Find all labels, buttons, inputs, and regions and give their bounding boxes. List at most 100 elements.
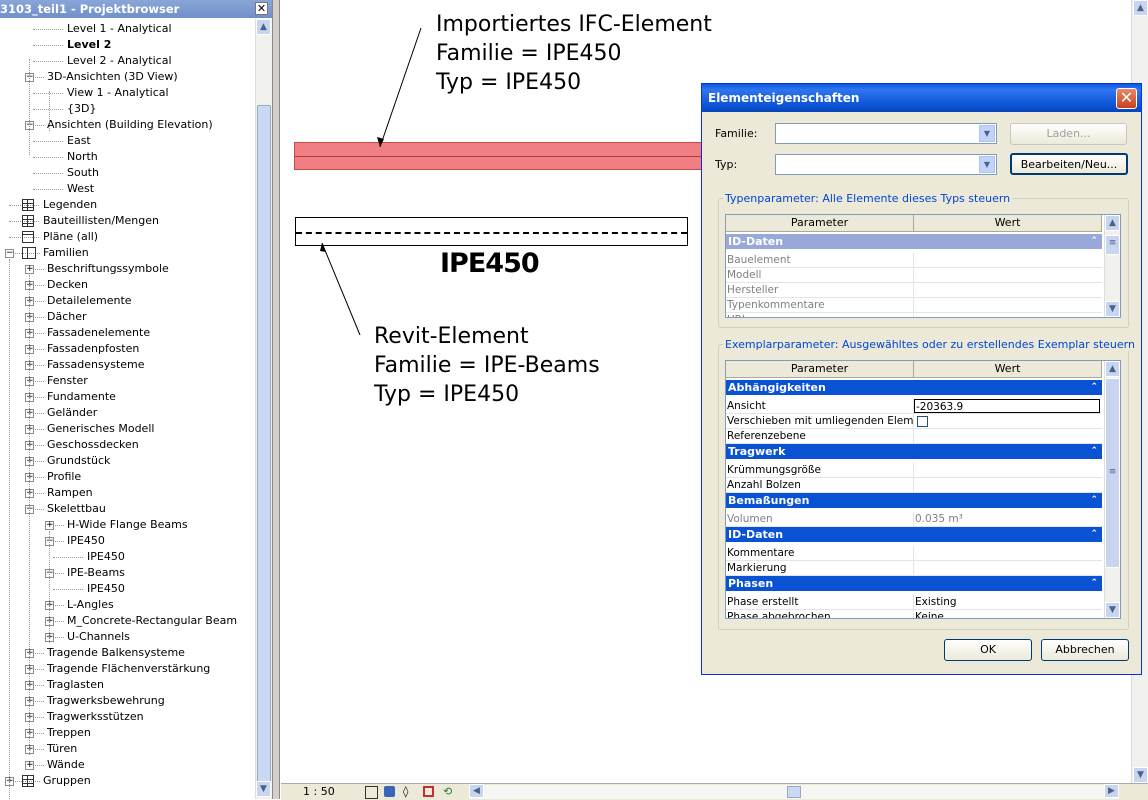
- collapse-icon[interactable]: ⌃: [1090, 493, 1098, 508]
- laden-button[interactable]: Laden...: [1010, 123, 1127, 145]
- parameter-row[interactable]: Typenkommentare: [726, 298, 1102, 313]
- instance-parameters-title: Exemplarparameter: Ausgewähltes oder zu …: [723, 338, 1137, 351]
- parameter-name: Bauelement: [727, 253, 914, 267]
- collapse-icon[interactable]: ⌃: [1090, 380, 1098, 395]
- parameter-group-header[interactable]: Tragwerk ⌃: [726, 444, 1102, 459]
- ok-button[interactable]: OK: [944, 639, 1032, 661]
- scroll-down-icon[interactable]: ▼: [1105, 301, 1120, 317]
- instance-parameters-table: Parameter Wert Abhängigkeiten ⌃ Ansicht -20…: [725, 360, 1121, 619]
- parameter-row[interactable]: Ansicht -20363.9: [726, 399, 1102, 414]
- parameter-name: Kommentare: [727, 546, 914, 560]
- familie-select[interactable]: ▼: [775, 123, 997, 144]
- element-properties-dialog: Elementeigenschaften ✕ Familie: ▼ Laden.…: [701, 83, 1142, 675]
- column-header-wert[interactable]: Wert: [914, 361, 1102, 378]
- parameter-row[interactable]: Modell: [726, 268, 1102, 283]
- bearbeiten-neu-button[interactable]: Bearbeiten/Neu...: [1010, 153, 1128, 175]
- parameter-value: 0.035 m³: [915, 513, 963, 525]
- parameter-row[interactable]: Bauelement: [726, 253, 1102, 268]
- parameter-group-header[interactable]: Abhängigkeiten ⌃: [726, 380, 1102, 395]
- type-scroll-thumb[interactable]: ≡: [1105, 235, 1120, 255]
- parameter-value[interactable]: [914, 561, 1101, 575]
- familie-label: Familie:: [715, 127, 758, 140]
- scroll-right-icon[interactable]: ▶: [1104, 784, 1119, 798]
- parameter-group-header[interactable]: ID-Daten ⌃: [726, 527, 1102, 542]
- parameter-value[interactable]: [914, 313, 1101, 317]
- horizontal-scroll-thumb[interactable]: [787, 786, 801, 798]
- parameter-name: Anzahl Bolzen: [727, 478, 914, 492]
- scroll-up-icon[interactable]: ▲: [1133, 0, 1148, 16]
- parameter-group-header[interactable]: Phasen ⌃: [726, 576, 1102, 591]
- hide-isolate-icon[interactable]: ⟲: [443, 786, 454, 797]
- model-graphics-icon[interactable]: [384, 786, 395, 797]
- parameter-value[interactable]: [914, 463, 1101, 477]
- column-header-parameter[interactable]: Parameter: [726, 215, 914, 232]
- detail-level-icon[interactable]: [365, 786, 378, 799]
- parameter-value[interactable]: Keine: [914, 610, 1101, 618]
- close-icon[interactable]: ✕: [1116, 88, 1137, 109]
- parameter-name: Volumen: [727, 512, 914, 526]
- abbrechen-button[interactable]: Abbrechen: [1041, 639, 1129, 661]
- column-header-parameter[interactable]: Parameter: [726, 361, 914, 378]
- parameter-row[interactable]: Phase erstellt Existing: [726, 595, 1102, 610]
- canvas-horizontal-scrollbar[interactable]: ◀ ▶: [469, 784, 1119, 799]
- type-table-scrollbar[interactable]: ▲ ≡ ▼: [1104, 215, 1120, 317]
- view-scale[interactable]: 1 : 50: [303, 784, 335, 800]
- scroll-up-icon[interactable]: ▲: [1105, 361, 1120, 377]
- parameter-row[interactable]: URL: [726, 313, 1102, 317]
- parameter-name: Modell: [727, 268, 914, 282]
- parameter-name: Typenkommentare: [727, 298, 914, 312]
- chevron-down-icon[interactable]: ▼: [979, 125, 995, 142]
- instance-table-scrollbar[interactable]: ▲ ≡ ▼: [1104, 361, 1120, 618]
- parameter-name: Phase erstellt: [727, 595, 914, 609]
- instance-scroll-thumb[interactable]: ≡: [1105, 378, 1120, 568]
- parameter-name: Verschieben mit umliegenden Element: [727, 414, 914, 428]
- typ-select[interactable]: ▼: [775, 154, 997, 175]
- scroll-left-icon[interactable]: ◀: [469, 784, 484, 798]
- shadows-icon[interactable]: ◊: [403, 786, 414, 797]
- group-label: ID-Daten: [728, 528, 784, 541]
- chevron-down-icon[interactable]: ▼: [979, 156, 995, 173]
- parameter-name: URL: [727, 313, 914, 317]
- collapse-icon[interactable]: ⌃: [1090, 527, 1098, 542]
- parameter-value[interactable]: [914, 546, 1101, 560]
- collapse-icon[interactable]: ⌃: [1090, 234, 1098, 249]
- dialog-title: Elementeigenschaften: [702, 84, 1141, 112]
- parameter-row[interactable]: Referenzebene: [726, 429, 1102, 444]
- parameter-row[interactable]: Volumen 0.035 m³: [726, 512, 1102, 527]
- parameter-value[interactable]: [914, 253, 1101, 267]
- parameter-value[interactable]: [914, 429, 1101, 443]
- crop-region-icon[interactable]: [423, 786, 434, 797]
- type-parameters-table: Parameter Wert ID-Daten ⌃ Bauelement Modell…: [725, 214, 1121, 318]
- parameter-name: Phase abgebrochen: [727, 610, 914, 618]
- parameter-row[interactable]: Kommentare: [726, 546, 1102, 561]
- parameter-row[interactable]: Verschieben mit umliegenden Element: [726, 414, 1102, 429]
- parameter-row[interactable]: Markierung: [726, 561, 1102, 576]
- parameter-value[interactable]: [914, 283, 1101, 297]
- parameter-value[interactable]: -20363.9: [914, 399, 1100, 413]
- collapse-icon[interactable]: ⌃: [1090, 444, 1098, 459]
- column-header-wert[interactable]: Wert: [914, 215, 1102, 232]
- group-label: Bemaßungen: [728, 494, 810, 507]
- parameter-row[interactable]: Anzahl Bolzen: [726, 478, 1102, 493]
- parameter-group-header[interactable]: ID-Daten ⌃: [726, 234, 1102, 249]
- parameter-checkbox-cell[interactable]: [914, 414, 1101, 428]
- parameter-value[interactable]: [914, 478, 1101, 492]
- parameter-value[interactable]: [914, 268, 1101, 282]
- parameter-value[interactable]: [914, 298, 1101, 312]
- parameter-value[interactable]: Existing: [914, 595, 1101, 609]
- parameter-name: Markierung: [727, 561, 914, 575]
- checkbox[interactable]: [917, 415, 928, 427]
- parameter-group-header[interactable]: Bemaßungen ⌃: [726, 493, 1102, 508]
- group-label: Tragwerk: [728, 445, 786, 458]
- parameter-name: Hersteller: [727, 283, 914, 297]
- parameter-name: Ansicht: [727, 399, 914, 413]
- parameter-row[interactable]: Hersteller: [726, 283, 1102, 298]
- typ-label: Typ:: [715, 158, 738, 171]
- scroll-up-icon[interactable]: ▲: [1105, 215, 1120, 231]
- parameter-row[interactable]: Krümmungsgröße: [726, 463, 1102, 478]
- parameter-row[interactable]: Phase abgebrochen Keine: [726, 610, 1102, 618]
- scroll-down-icon[interactable]: ▼: [1105, 602, 1120, 618]
- parameter-name: Krümmungsgröße: [727, 463, 914, 477]
- scroll-down-icon[interactable]: ▼: [1133, 767, 1148, 783]
- collapse-icon[interactable]: ⌃: [1090, 576, 1098, 591]
